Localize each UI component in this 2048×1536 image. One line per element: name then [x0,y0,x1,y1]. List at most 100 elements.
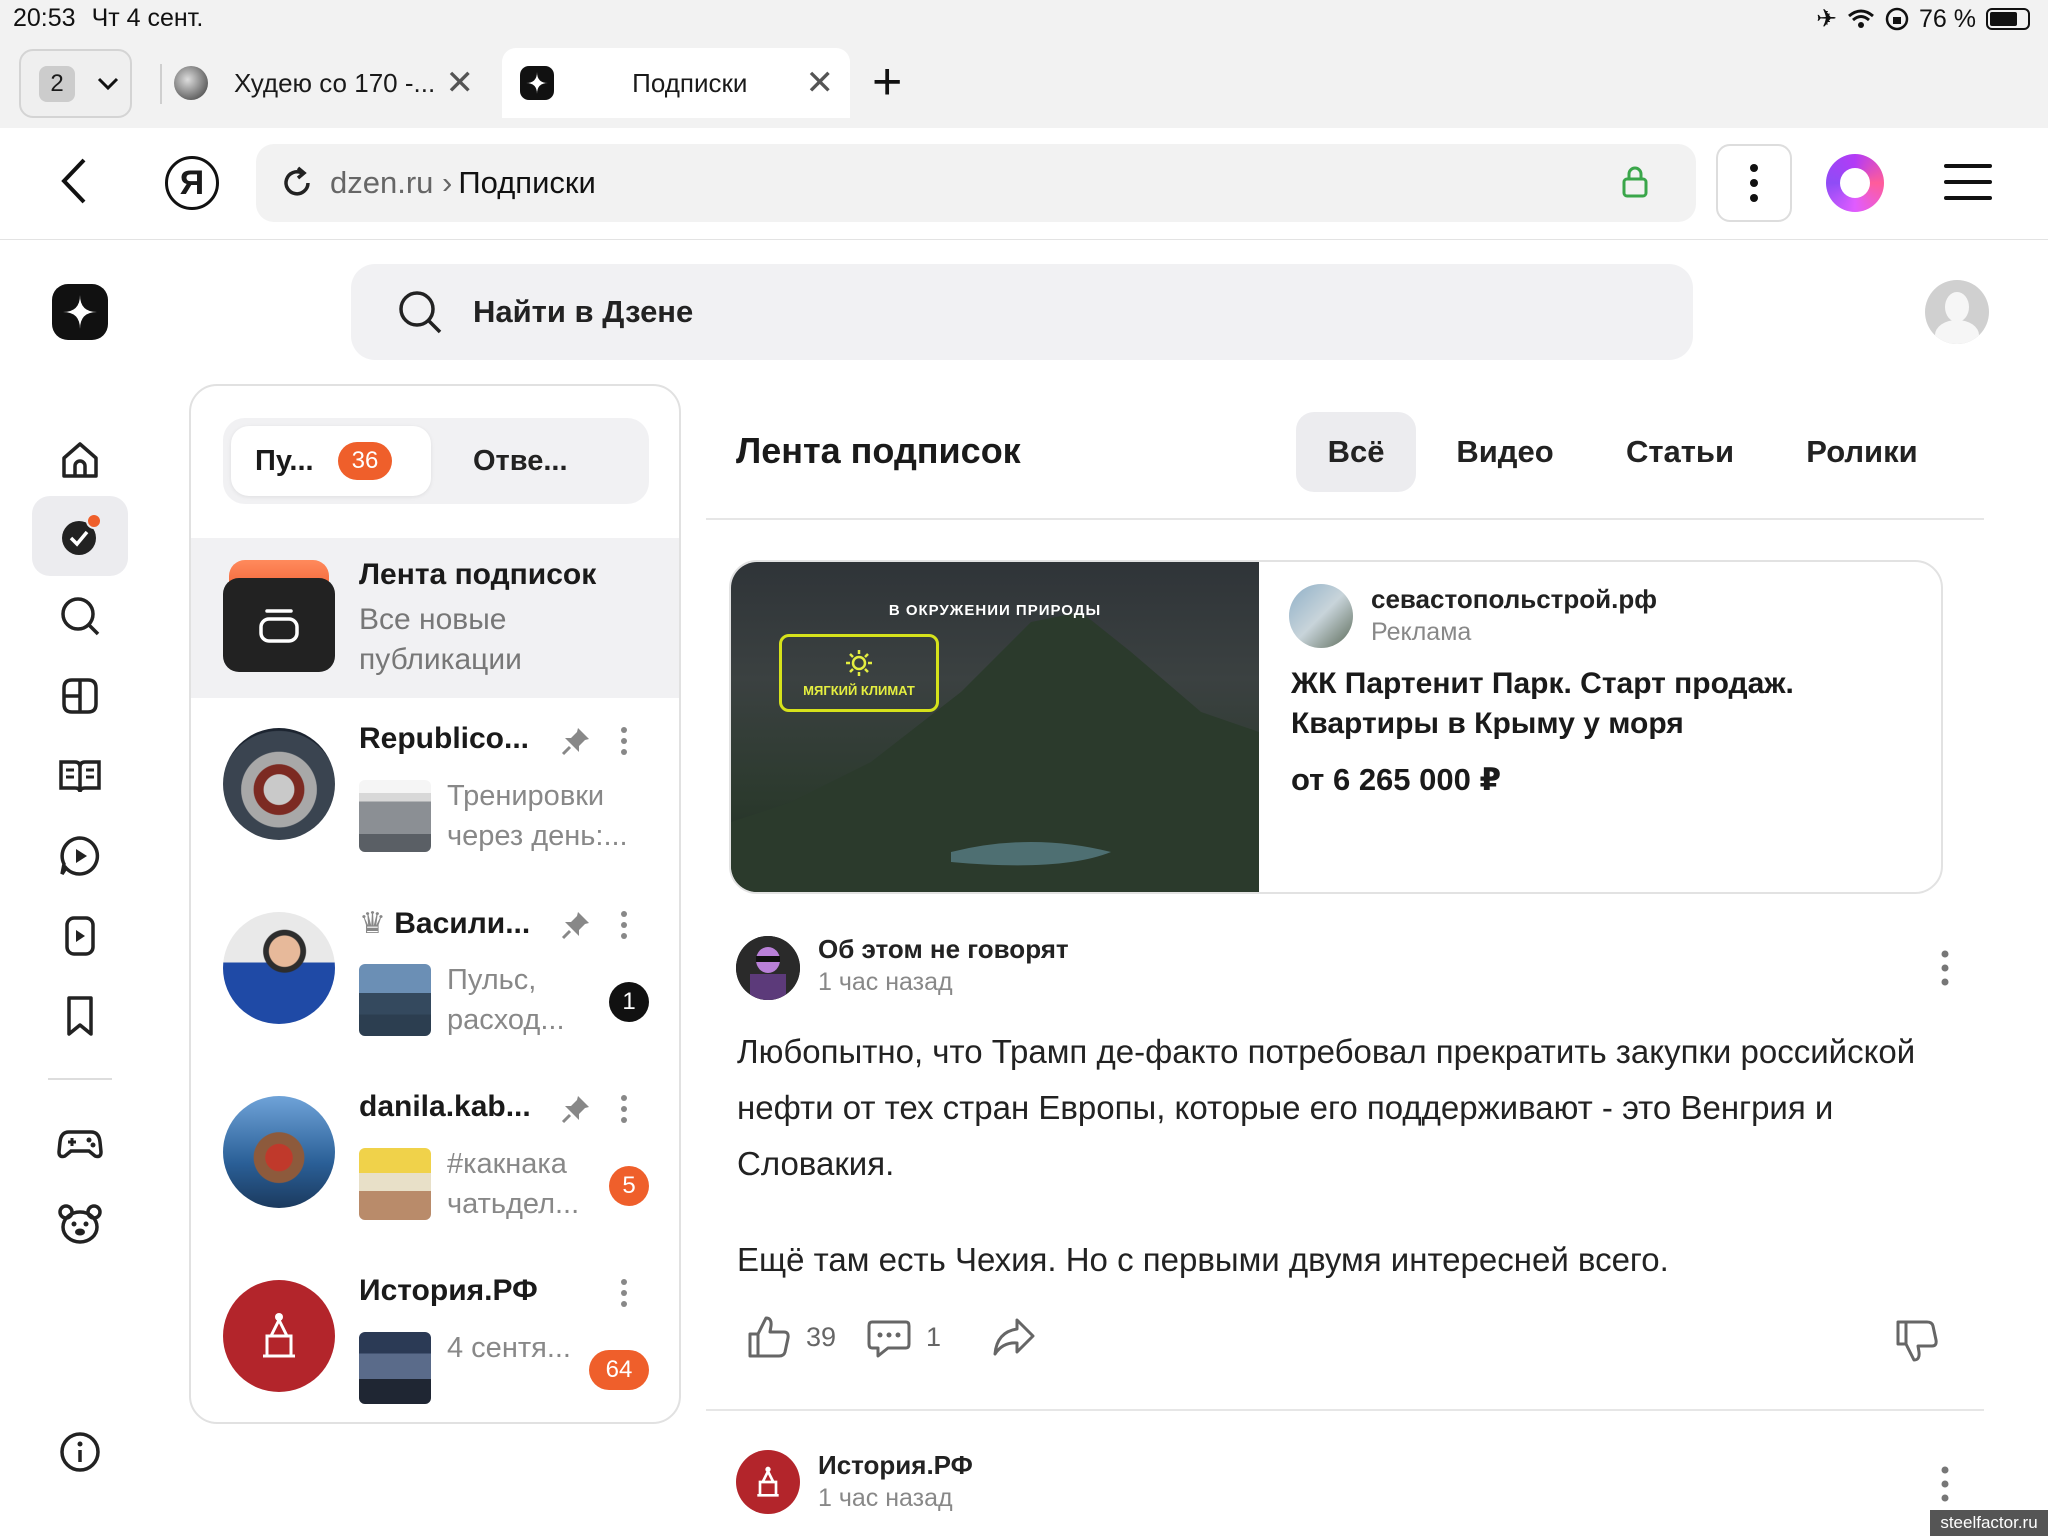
segment-count-badge: 36 [337,442,393,480]
ad-source-name[interactable]: севастопольстрой.рф [1371,584,1657,615]
filter-articles[interactable]: Статьи [1610,412,1750,492]
url-host: dzen.ru › [330,165,453,200]
likes-count: 39 [806,1321,837,1352]
channel-item[interactable]: danila.kab... #какнака чатьдел... 5 [191,1066,679,1250]
nav-subscriptions-icon[interactable] [32,496,128,576]
segment-label: Пу... [255,444,314,477]
more-vertical-icon[interactable] [1940,950,1950,986]
more-vertical-icon[interactable] [619,1094,629,1124]
post-author-name[interactable]: Об этом не говорят [818,934,1069,965]
post-paragraph: Любопытно, что Трамп де-факто потребовал… [737,1033,1916,1182]
url-bar[interactable]: dzen.ru › Подписки [256,144,1696,222]
tab-title: Подписки [632,67,748,98]
ad-image-caption: В ОКРУЖЕНИИ ПРИРОДЫ [888,602,1102,619]
segment-replies[interactable]: Отве... [473,426,633,496]
yandex-logo-button[interactable]: Я [165,156,219,210]
search-input[interactable]: Найти в Дзене [351,264,1693,360]
ad-card[interactable]: В ОКРУЖЕНИИ ПРИРОДЫ МЯГКИЙ КЛИМАТ севаст… [729,560,1943,894]
thumbs-down-icon[interactable] [1894,1318,1940,1364]
pin-icon[interactable] [561,726,591,756]
profile-avatar[interactable] [1925,280,1989,344]
search-placeholder: Найти в Дзене [473,294,694,329]
nav-video-icon[interactable] [32,816,128,896]
tab-divider [160,64,162,104]
unread-count-badge: 1 [609,982,649,1022]
more-vertical-icon[interactable] [1940,1466,1950,1502]
close-icon[interactable]: ✕ [446,63,475,103]
search-icon [399,291,442,334]
more-vertical-icon[interactable] [619,726,629,756]
comments-button[interactable]: 1 [866,1314,941,1360]
battery-icon [1986,8,2030,30]
status-icons: ✈ 76 % [1816,4,2030,34]
chevron-down-icon [97,77,119,90]
segment-publications[interactable]: Пу... 36 [231,426,431,496]
kebab-menu-icon[interactable] [1716,144,1792,222]
reload-icon[interactable] [280,166,314,200]
share-arrow-icon [993,1318,1035,1356]
unread-count-badge: 5 [609,1166,649,1206]
ad-source-avatar [1289,584,1353,648]
more-vertical-icon[interactable] [619,1278,629,1308]
close-icon[interactable]: ✕ [806,63,835,103]
share-button[interactable] [991,1314,1037,1360]
pin-icon[interactable] [561,1094,591,1124]
nav-games-icon[interactable] [32,1104,128,1184]
pin-icon[interactable] [561,910,591,940]
address-bar-row: Я dzen.ru › Подписки [0,128,2048,240]
browser-tab-strip: 20:53 Чт 4 сент. ✈ 76 % 2 Худею со 170 -.… [0,0,2048,128]
post-text[interactable]: Любопытно, что Трамп де-факто потребовал… [737,1024,1957,1288]
nav-home-icon[interactable] [32,420,128,500]
filter-shorts[interactable]: Ролики [1792,412,1932,492]
nav-search-icon[interactable] [32,576,128,656]
post-time: 1 час назад [818,968,953,996]
unread-count-badge: 64 [589,1350,649,1390]
tab-count: 2 [39,65,75,102]
nav-news-icon[interactable] [32,656,128,736]
url-path: Подписки [458,165,596,200]
tab-hudeyu[interactable]: Худею со 170 -... ✕ [172,48,490,118]
subscriptions-feed-item[interactable]: Лента подписок Все новые публикации [191,538,679,698]
dzen-favicon [520,66,554,100]
post-divider [706,1409,1984,1411]
post-author-name[interactable]: История.РФ [818,1450,973,1481]
tab-podpiski[interactable]: Подписки ✕ [502,48,850,118]
channel-name: Republico... [359,722,530,755]
crown-icon: ♛ [359,907,386,940]
channel-item[interactable]: ♛ Васили... Пульс, расход... 1 [191,882,679,1066]
post-thumbnail [359,780,431,852]
filter-video[interactable]: Видео [1440,412,1570,492]
dzen-logo[interactable] [52,284,108,340]
nav-bookmarks-icon[interactable] [32,976,128,1056]
post-actions: 39 1 [746,1314,1067,1360]
channel-name: ♛ Васили... [359,907,531,940]
more-vertical-icon[interactable] [619,910,629,940]
comment-icon [867,1320,911,1358]
filter-all[interactable]: Всё [1296,412,1416,492]
feed-item-title: Лента подписок [359,558,597,591]
lock-icon[interactable] [1622,166,1648,198]
channel-item[interactable]: История.РФ 4 сентя... 64 [191,1250,679,1422]
feed-title: Лента подписок [736,430,1021,471]
nav-articles-icon[interactable] [32,736,128,816]
post-author-avatar[interactable] [736,936,800,1000]
battery-percent: 76 % [1919,4,1976,33]
new-tab-plus-icon[interactable]: + [872,52,902,112]
wifi-icon [1848,9,1874,28]
channel-item[interactable]: Republico... Тренировки через день:... [191,698,679,882]
ad-title[interactable]: ЖК Партенит Парк. Старт продаж. Квартиры… [1291,664,1911,744]
post-author-avatar[interactable] [736,1450,800,1514]
alice-assistant-icon[interactable] [1826,154,1884,212]
watermark: steelfactor.ru [1930,1510,2048,1536]
nav-info-icon[interactable] [32,1412,128,1492]
post-paragraph: Ещё там есть Чехия. Но с первыми двумя и… [737,1241,1669,1278]
nav-kids-bear-icon[interactable] [32,1184,128,1264]
subscriptions-panel: Пу... 36 Отве... Лента подписок Все новы… [189,384,681,1424]
rotation-lock-icon [1885,7,1909,31]
hamburger-menu-icon[interactable] [1944,164,1992,212]
post-thumbnail [359,1332,431,1404]
tab-switcher-button[interactable]: 2 [19,49,132,118]
back-arrow-icon[interactable] [58,156,88,206]
nav-shorts-icon[interactable] [32,896,128,976]
like-button[interactable]: 39 [746,1314,836,1360]
